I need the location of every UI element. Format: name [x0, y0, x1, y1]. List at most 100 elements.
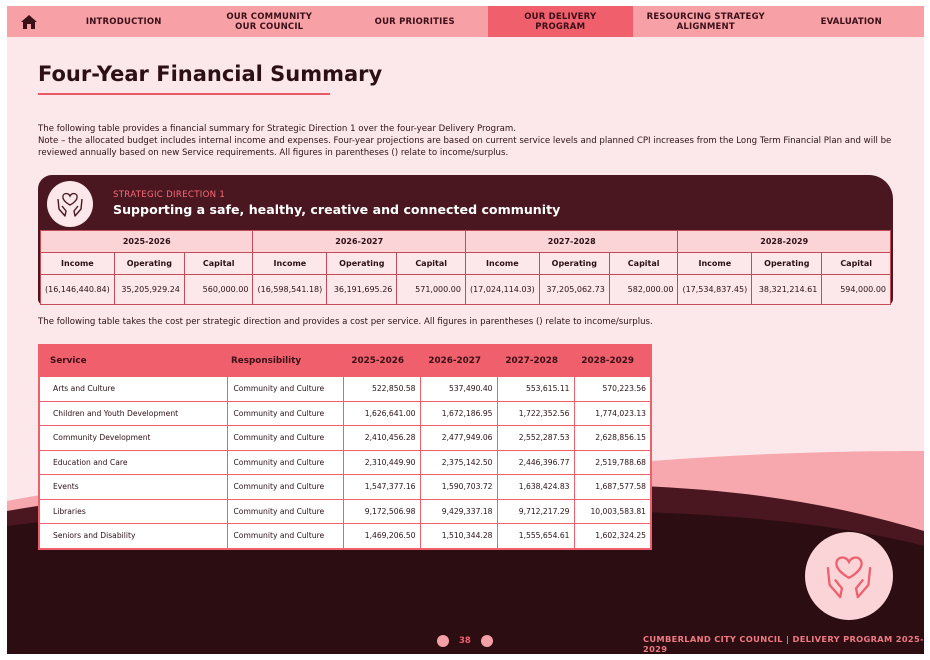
cost-cell: 2,446,396.77 [496, 449, 575, 475]
decor-icon-circle [805, 532, 893, 620]
note-paragraph: Note – the allocated budget includes int… [38, 136, 892, 158]
service-name-cell: Children and Youth Development [38, 400, 228, 426]
cost-cell: 2,519,788.68 [573, 449, 652, 475]
sd-label: STRATEGIC DIRECTION 1 [113, 190, 226, 200]
nav-resourcing-strategy[interactable]: RESOURCING STRATEGY ALIGNMENT [633, 6, 779, 37]
cost-cell: 1,722,352.56 [496, 400, 575, 426]
cost-cell: 1,547,377.16 [342, 474, 421, 500]
table-row: Education and Care Community and Culture 2… [38, 449, 652, 475]
col-header-responsibility: Responsibility [227, 345, 343, 377]
cost-cell: 2,310,449.90 [342, 449, 421, 475]
heart-hands-icon [57, 192, 83, 217]
home-button[interactable] [7, 6, 51, 37]
col-header: Income [40, 252, 115, 275]
cost-cell: 553,615.11 [496, 376, 575, 402]
intro-text: The following table provides a financial… [38, 123, 898, 159]
table-row: Children and Youth Development Community … [38, 400, 652, 426]
previous-page-button[interactable] [437, 635, 449, 647]
next-page-button[interactable] [480, 635, 493, 647]
nav-our-community[interactable]: OUR COMMUNITY OUR COUNCIL [197, 6, 343, 37]
cost-cell: 1,687,577.58 [573, 474, 652, 500]
income-cell: (16,146,440.84) [40, 274, 115, 305]
capital-cell: 582,000.00 [608, 274, 679, 305]
page-title: Four-Year Financial Summary [38, 62, 383, 86]
col-header-service: Service [39, 345, 227, 377]
cost-cell: 1,469,206.50 [342, 523, 421, 549]
col-header: Capital [396, 252, 466, 275]
footer-text: CUMBERLAND CITY COUNCIL | DELIVERY PROGR… [643, 634, 924, 654]
col-header: Operating [113, 252, 185, 275]
nav-our-delivery-program[interactable]: OUR DELIVERY PROGRAM [487, 6, 633, 37]
cost-cell: 9,172,506.98 [342, 498, 421, 524]
service-intro-text: The following table takes the cost per s… [38, 317, 653, 327]
nav-our-priorities[interactable]: OUR PRIORITIES [342, 6, 488, 37]
table-row: Libraries Community and Culture 9,172,506.… [38, 498, 652, 524]
year-header: 2025-2026 [39, 230, 254, 253]
cost-cell: 1,626,641.00 [342, 400, 421, 426]
col-header: Capital [183, 252, 254, 275]
responsibility-cell: Community and Culture [226, 425, 344, 451]
income-cell: (17,024,114.03) [464, 274, 540, 305]
service-name-cell: Arts and Culture [38, 376, 228, 402]
col-header: Income [252, 252, 328, 275]
cost-cell: 1,638,424.83 [496, 474, 575, 500]
responsibility-cell: Community and Culture [226, 474, 344, 500]
operating-cell: 36,191,695.26 [326, 274, 398, 305]
service-name-cell: Libraries [38, 498, 228, 524]
cost-cell: 1,672,186.95 [419, 400, 498, 426]
col-header: Capital [821, 252, 891, 275]
table-row: Seniors and Disability Community and Cult… [38, 523, 652, 549]
service-cost-table: Service Responsibility 2025-2026 2026-20… [38, 344, 652, 550]
nav-evaluation[interactable]: EVALUATION [779, 6, 925, 37]
responsibility-cell: Community and Culture [226, 449, 344, 475]
cost-cell: 1,590,703.72 [419, 474, 498, 500]
cost-cell: 537,490.40 [419, 376, 498, 402]
col-header: Operating [538, 252, 610, 275]
service-name-cell: Events [38, 474, 228, 500]
cost-cell: 1,602,324.25 [573, 523, 652, 549]
cost-cell: 1,555,654.61 [496, 523, 575, 549]
intro-paragraph: The following table provides a financial… [38, 124, 516, 134]
col-header-year: 2027-2028 [497, 345, 574, 377]
year-header: 2027-2028 [464, 230, 679, 253]
col-header: Operating [326, 252, 398, 275]
responsibility-cell: Community and Culture [226, 498, 344, 524]
column-header-row: Income Operating Capital Income Operatin… [40, 252, 891, 275]
responsibility-cell: Community and Culture [226, 376, 344, 402]
financial-summary-table: 2025-2026 2026-2027 2027-2028 2028-2029 … [39, 230, 891, 305]
cost-cell: 10,003,583.81 [573, 498, 652, 524]
cost-cell: 9,429,337.18 [419, 498, 498, 524]
service-name-cell: Education and Care [38, 449, 228, 475]
sd-title: Supporting a safe, healthy, creative and… [113, 202, 561, 217]
operating-cell: 38,321,214.61 [751, 274, 823, 305]
col-header: Capital [608, 252, 679, 275]
capital-cell: 560,000.00 [183, 274, 254, 305]
table-row: Community Development Community and Cultu… [38, 425, 652, 451]
service-rows: Arts and Culture Community and Culture 522… [38, 376, 652, 549]
responsibility-cell: Community and Culture [226, 523, 344, 549]
heart-hands-icon [826, 556, 872, 599]
page-number: 38 [459, 636, 471, 646]
background-waves [7, 451, 924, 654]
income-cell: (17,534,837.45) [677, 274, 753, 305]
col-header: Operating [751, 252, 823, 275]
cost-cell: 1,510,344.28 [419, 523, 498, 549]
cost-cell: 2,552,287.53 [496, 425, 575, 451]
home-icon [21, 14, 37, 29]
page-pager: 38 [437, 635, 493, 647]
col-header-year: 2025-2026 [343, 345, 420, 377]
nav-introduction[interactable]: INTRODUCTION [51, 6, 197, 37]
title-underline [38, 93, 330, 95]
cost-cell: 2,375,142.50 [419, 449, 498, 475]
service-name-cell: Community Development [38, 425, 228, 451]
sd-icon-circle [47, 181, 93, 227]
col-header: Income [677, 252, 753, 275]
cost-cell: 2,410,456.28 [342, 425, 421, 451]
cost-cell: 2,628,856.15 [573, 425, 652, 451]
capital-cell: 594,000.00 [821, 274, 891, 305]
col-header-year: 2026-2027 [420, 345, 497, 377]
cost-cell: 9,712,217.29 [496, 498, 575, 524]
col-header: Income [464, 252, 540, 275]
year-header: 2028-2029 [677, 230, 891, 253]
operating-cell: 35,205,929.24 [113, 274, 185, 305]
